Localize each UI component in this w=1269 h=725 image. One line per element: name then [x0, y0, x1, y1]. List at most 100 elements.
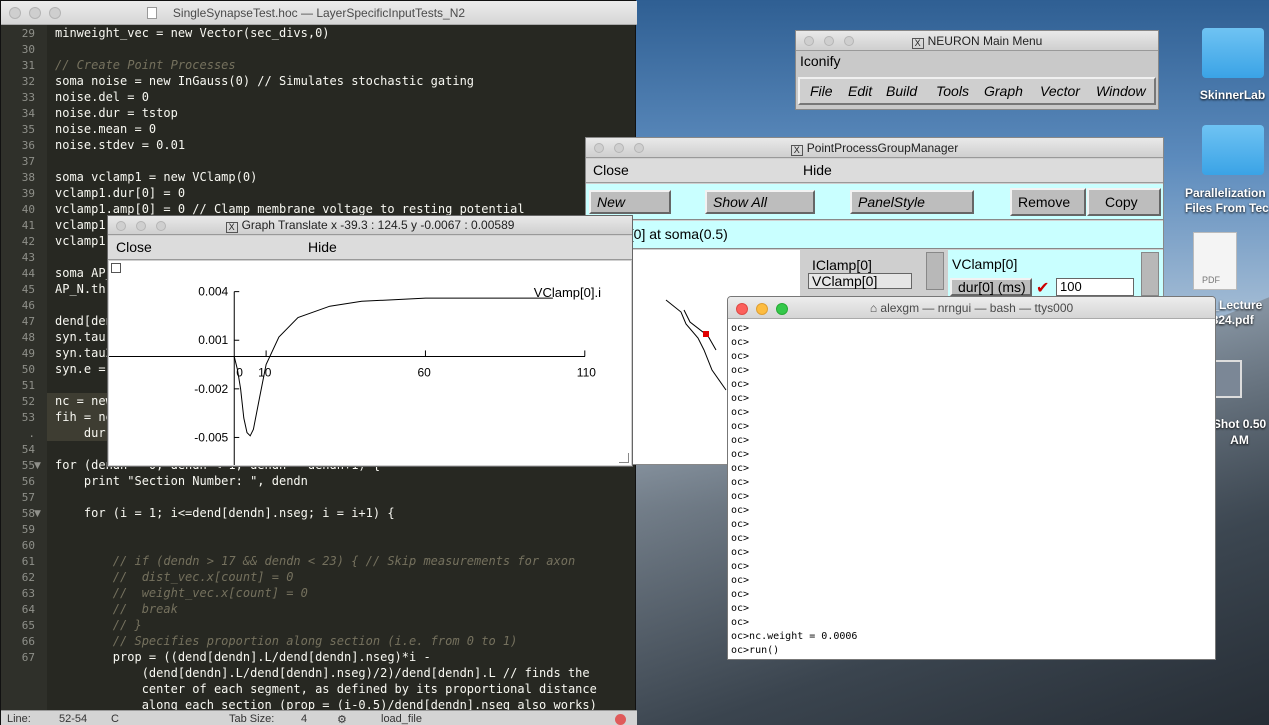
minimize-window-button[interactable]: [614, 143, 624, 153]
minimize-window-button[interactable]: [29, 7, 41, 19]
code-line: syn.tau2: [55, 346, 113, 360]
line-number: 40: [21, 203, 35, 216]
menu-graph[interactable]: Graph: [984, 83, 1023, 99]
neuron-main-menu-window: X NEURON Main Menu Iconify File Edit Buil…: [795, 30, 1159, 110]
zoom-window-button[interactable]: [634, 143, 644, 153]
close-window-button[interactable]: [804, 36, 814, 46]
graph-menu-box[interactable]: [111, 263, 121, 273]
terminal-command-line: oc>nc.weight = 0.0006: [731, 631, 858, 642]
plot-svg: 0 10 60 1100.0040.001-0.002-0.005VClamp[0].…: [109, 285, 601, 465]
folder-icon[interactable]: [1202, 125, 1264, 175]
dur-field-button[interactable]: dur[0] (ms): [950, 278, 1032, 296]
fold-arrow-icon[interactable]: ▼: [34, 509, 41, 519]
dur-value-field[interactable]: 100: [1056, 278, 1134, 296]
terminal-line: oc>: [731, 617, 750, 628]
close-window-button[interactable]: [736, 303, 748, 315]
zoom-window-button[interactable]: [844, 36, 854, 46]
menu-build[interactable]: Build: [886, 83, 917, 99]
list-scrollbar[interactable]: [926, 252, 944, 290]
code-line: // dist_vec.x[count] = 0: [55, 570, 294, 584]
menu-vector[interactable]: Vector: [1040, 83, 1080, 99]
window-titlebar: X PointProcessGroupManager: [586, 138, 1163, 158]
point-process-list[interactable]: IClamp[0] VClamp[0]: [802, 250, 946, 290]
window-titlebar: X Graph Translate x -39.3 : 124.5 y -0.00…: [108, 216, 632, 235]
code-line: vclamp1: [55, 234, 106, 248]
code-line: // weight_vec.x[count] = 0: [55, 586, 308, 600]
menu-tools[interactable]: Tools: [936, 83, 969, 99]
code-line: (dend[dendn].L/dend[dendn].nseg)/2)/dend…: [55, 666, 590, 680]
code-line: // Create Point Processes: [55, 58, 236, 72]
code-line: noise.dur = tstop: [55, 106, 178, 120]
terminal-line: oc>: [731, 435, 750, 446]
main-menubar: File Edit Build Tools Graph Vector Windo…: [798, 77, 1156, 105]
panel-style-button[interactable]: PanelStyle: [850, 190, 974, 214]
graph-canvas[interactable]: 0 10 60 110 0.004 0.001 -0.002 -0.005 VClamp[0].…: [109, 261, 631, 465]
panel-scrollbar[interactable]: [1141, 252, 1159, 296]
remove-button[interactable]: Remove: [1010, 188, 1086, 216]
line-number: 48: [21, 331, 35, 344]
minimize-window-button[interactable]: [824, 36, 834, 46]
terminal-line: oc>: [731, 533, 750, 544]
iconify-button[interactable]: Iconify: [800, 53, 840, 69]
line-number: 47: [21, 315, 35, 328]
hide-button[interactable]: Hide: [803, 162, 832, 178]
x11-icon: X: [911, 38, 924, 49]
vclamp-panel: VClamp[0] dur[0] (ms) ✔ 100: [948, 250, 1163, 297]
location-label: p[0] at soma(0.5): [586, 221, 1163, 249]
list-item-selected[interactable]: VClamp[0]: [808, 273, 912, 289]
desktop-icon-label[interactable]: Shot 0.50 AM: [1210, 416, 1269, 450]
line-number: 65: [21, 619, 35, 632]
line-number: 62: [21, 571, 35, 584]
close-window-button[interactable]: [594, 143, 604, 153]
menu-window[interactable]: Window: [1096, 83, 1146, 99]
window-title: Graph Translate x -39.3 : 124.5 y -0.006…: [241, 218, 515, 232]
y-tick-label: -0.005: [194, 430, 228, 444]
code-line: vclamp1.amp[0] = 0 // Clamp membrane vol…: [55, 202, 525, 216]
terminal-prompt: oc>: [731, 659, 749, 660]
minimize-window-button[interactable]: [756, 303, 768, 315]
close-window-button[interactable]: [9, 7, 21, 19]
zoom-window-button[interactable]: [776, 303, 788, 315]
terminal-line: oc>: [731, 575, 750, 586]
line-value: 52-54: [59, 713, 88, 725]
desktop-icon-label[interactable]: SkinnerLab: [1180, 88, 1269, 102]
folder-icon[interactable]: [1202, 28, 1264, 78]
menu-edit[interactable]: Edit: [848, 83, 872, 99]
line-number: 50: [21, 363, 35, 376]
symbol-selector[interactable]: load_file: [381, 713, 422, 725]
syntax-selector[interactable]: C: [111, 713, 119, 725]
line-number: 63: [21, 587, 35, 600]
terminal-line: oc>: [731, 519, 750, 530]
line-number: 61: [21, 555, 35, 568]
hide-button[interactable]: Hide: [308, 239, 337, 255]
close-button[interactable]: Close: [116, 239, 152, 255]
copy-button[interactable]: Copy: [1087, 188, 1161, 216]
desktop-icon-label[interactable]: Parallelization Files From Tec: [1175, 186, 1269, 218]
gear-icon[interactable]: ⚙: [337, 713, 347, 725]
code-line: dur: [55, 426, 106, 440]
list-item[interactable]: IClamp[0]: [812, 257, 872, 273]
close-button[interactable]: Close: [593, 162, 629, 178]
new-button[interactable]: New: [589, 190, 671, 214]
fold-arrow-icon[interactable]: ▼: [34, 461, 41, 471]
resize-handle-icon[interactable]: [619, 453, 629, 463]
x-tick-label: 60: [417, 365, 431, 379]
line-number: 60: [21, 539, 35, 552]
code-line: // if (dendn > 17 && dendn < 23) { // Sk…: [55, 554, 576, 568]
terminal-line: oc>: [731, 589, 750, 600]
screenshot-file-icon[interactable]: [1214, 360, 1242, 398]
menu-file[interactable]: File: [810, 83, 833, 99]
graph-window: X Graph Translate x -39.3 : 124.5 y -0.00…: [107, 215, 633, 467]
tab-size-label[interactable]: Tab Size:: [229, 713, 274, 725]
terminal-line: oc>: [731, 547, 750, 558]
close-window-button[interactable]: [116, 221, 126, 231]
tab-size-value[interactable]: 4: [301, 713, 307, 725]
zoom-window-button[interactable]: [156, 221, 166, 231]
minimize-window-button[interactable]: [136, 221, 146, 231]
zoom-window-button[interactable]: [49, 7, 61, 19]
pdf-file-icon[interactable]: PDF: [1193, 232, 1237, 290]
terminal-line: oc>: [731, 407, 750, 418]
show-all-button[interactable]: Show All: [705, 190, 815, 214]
line-number: 33: [21, 91, 35, 104]
terminal-line: oc>: [731, 379, 750, 390]
